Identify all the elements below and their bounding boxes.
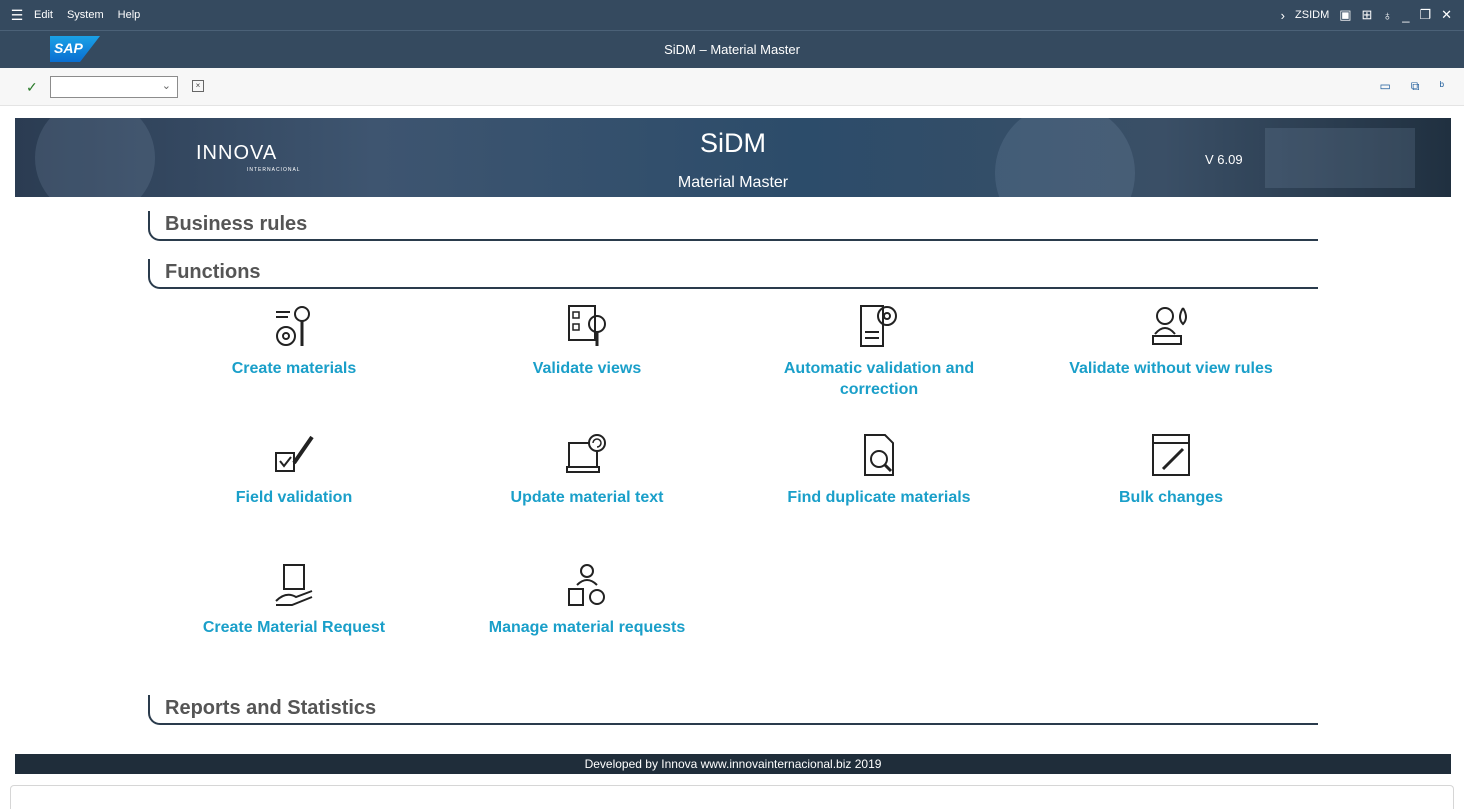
- section-business-rules[interactable]: Business rules: [148, 211, 1318, 241]
- hand-card-icon: [275, 564, 313, 606]
- hamburger-menu-icon[interactable]: ☰: [0, 7, 34, 24]
- document-search-icon: [864, 434, 894, 476]
- status-bar: [10, 785, 1454, 809]
- restore-icon[interactable]: ❐: [1419, 7, 1431, 23]
- tile-field-validation-label: Field validation: [235, 489, 353, 506]
- gear-pencil-icon: [276, 306, 310, 346]
- window-title: SiDM – Material Master: [664, 42, 800, 57]
- transport-icon[interactable]: ⊞: [1362, 7, 1373, 23]
- customize-layout-icon[interactable]: ᵇ: [1439, 79, 1444, 94]
- tile-create-materials-label: Create materials: [231, 360, 357, 377]
- window-controls: › ZSIDM ▣ ⊞ ♁ _ ❐ ✕: [1281, 0, 1452, 30]
- new-window-icon[interactable]: ▭: [1380, 79, 1391, 94]
- tile-find-duplicate-materials-label: Find duplicate materials: [787, 489, 971, 506]
- command-field[interactable]: ⌄: [50, 76, 178, 98]
- generate-shortcut-icon[interactable]: ⧉: [1411, 79, 1420, 94]
- tile-validate-without-view-rules[interactable]: Validate without view rules: [1051, 302, 1291, 379]
- tile-create-material-request-label: Create Material Request: [202, 619, 386, 636]
- browser-edit-icon: [1152, 434, 1190, 476]
- title-bar: SAP SiDM – Material Master: [0, 30, 1464, 68]
- clear-command-icon[interactable]: ×: [192, 80, 204, 92]
- user-settings-icon[interactable]: ♁: [1382, 8, 1392, 23]
- tile-field-validation[interactable]: Field validation: [174, 431, 414, 508]
- tile-validate-without-view-rules-label: Validate without view rules: [1069, 360, 1273, 377]
- play-icon[interactable]: ▣: [1339, 7, 1351, 23]
- document-gear-icon: [860, 305, 897, 347]
- tile-validate-views[interactable]: Validate views: [467, 302, 707, 379]
- close-icon[interactable]: ✕: [1441, 7, 1452, 23]
- app-subtitle: Material Master: [677, 174, 789, 191]
- tile-automatic-validation[interactable]: Automatic validation and correction: [759, 302, 999, 400]
- section-functions[interactable]: Functions: [148, 259, 1318, 289]
- laptop-refresh-icon: [566, 434, 606, 473]
- toolbar: ✓ ⌄ × ▭ ⧉ ᵇ: [0, 68, 1464, 106]
- tile-manage-material-requests[interactable]: Manage material requests: [467, 561, 707, 638]
- tile-update-material-text[interactable]: Update material text: [467, 431, 707, 508]
- menu-item-system[interactable]: System: [67, 9, 104, 21]
- innova-logo-sub: INTERNACIONAL: [247, 167, 301, 173]
- checkbox-pen-icon: [275, 435, 314, 472]
- sidm-banner: INNOVA INTERNACIONAL SiDM Material Maste…: [15, 118, 1451, 197]
- tile-validate-views-label: Validate views: [532, 360, 642, 377]
- tile-create-materials[interactable]: Create materials: [174, 302, 414, 379]
- transaction-code: ZSIDM: [1295, 9, 1330, 21]
- tile-automatic-validation-label: Automatic validation and correction: [783, 360, 975, 398]
- person-stamp-icon: [1152, 307, 1187, 345]
- chevron-down-icon[interactable]: ⌄: [162, 79, 171, 92]
- section-reports-statistics[interactable]: Reports and Statistics: [148, 695, 1318, 725]
- tile-bulk-changes-label: Bulk changes: [1118, 489, 1224, 506]
- tile-update-material-text-label: Update material text: [510, 489, 664, 506]
- tile-manage-material-requests-label: Manage material requests: [488, 619, 686, 636]
- chevron-right-icon[interactable]: ›: [1281, 8, 1285, 23]
- enter-check-icon[interactable]: ✓: [26, 79, 38, 96]
- minimize-icon[interactable]: _: [1402, 8, 1409, 23]
- tile-create-material-request[interactable]: Create Material Request: [174, 561, 414, 638]
- tile-find-duplicate-materials[interactable]: Find duplicate materials: [759, 431, 999, 508]
- menu-item-edit[interactable]: Edit: [34, 9, 53, 21]
- user-document-gear-icon: [568, 564, 605, 606]
- tile-bulk-changes[interactable]: Bulk changes: [1051, 431, 1291, 508]
- version-label: V 6.09: [1205, 152, 1243, 167]
- footer-credits: Developed by Innova www.innovainternacio…: [15, 754, 1451, 774]
- section-reports-statistics-label: Reports and Statistics: [165, 697, 377, 719]
- section-business-rules-label: Business rules: [165, 213, 308, 235]
- menu-item-help[interactable]: Help: [118, 9, 141, 21]
- section-functions-label: Functions: [165, 261, 261, 283]
- checklist-magnifier-icon: [568, 305, 606, 346]
- toolbar-right-tools: ▭ ⧉ ᵇ: [1380, 79, 1444, 94]
- menu-bar: ☰ Edit System Help › ZSIDM ▣ ⊞ ♁ _ ❐ ✕: [0, 0, 1464, 30]
